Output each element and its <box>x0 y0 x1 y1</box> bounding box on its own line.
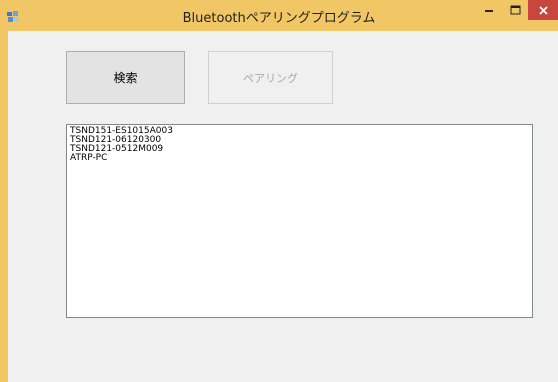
minimize-icon <box>485 10 493 12</box>
title-bar[interactable]: Bluetoothペアリングプログラム <box>0 0 558 31</box>
close-button[interactable] <box>528 0 558 20</box>
device-list[interactable]: TSND151-ES1015A003 TSND121-06120300 TSND… <box>66 124 533 318</box>
minimize-button[interactable] <box>476 0 502 20</box>
list-item[interactable]: TSND121-0512M009 <box>70 145 529 154</box>
maximize-button[interactable] <box>502 0 528 20</box>
close-icon <box>538 5 548 15</box>
app-window: Bluetoothペアリングプログラム 検索 ペアリング TSND151-ES1… <box>0 0 558 382</box>
client-area: 検索 ペアリング TSND151-ES1015A003 TSND121-0612… <box>8 31 558 382</box>
list-item[interactable]: ATRP-PC <box>70 154 529 163</box>
maximize-icon <box>510 5 520 15</box>
window-title: Bluetoothペアリングプログラム <box>182 11 376 26</box>
search-button[interactable]: 検索 <box>66 51 185 104</box>
pairing-button[interactable]: ペアリング <box>208 51 333 104</box>
